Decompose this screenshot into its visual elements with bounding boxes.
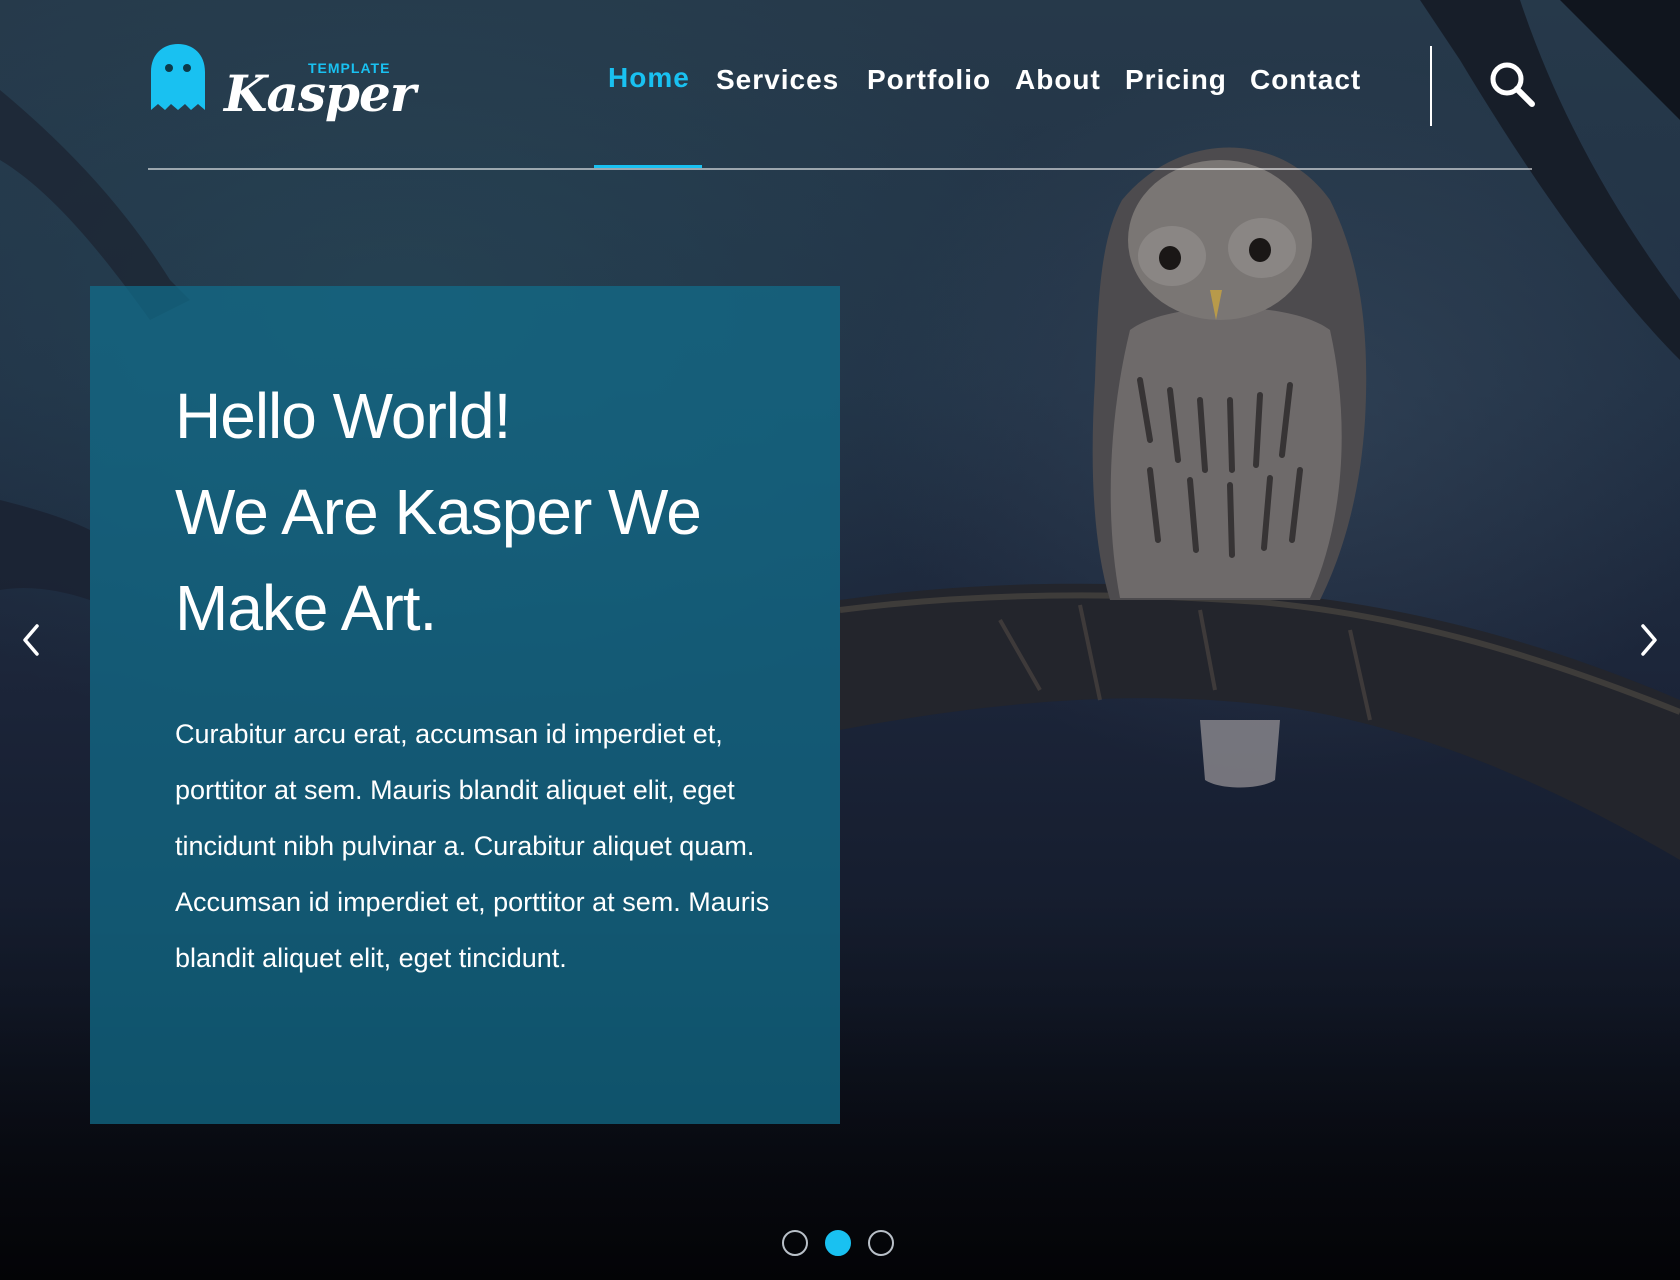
slide-dot-1[interactable] xyxy=(782,1230,808,1256)
hero-title: Hello World! We Are Kasper We Make Art. xyxy=(175,368,795,656)
header-divider-line xyxy=(148,168,1532,170)
nav-search-divider xyxy=(1430,46,1432,126)
slide-dot-3[interactable] xyxy=(868,1230,894,1256)
hero-slider: TEMPLATE Kasper Home Services Portfolio … xyxy=(0,0,1680,1280)
nav-link-pricing[interactable]: Pricing xyxy=(1125,64,1227,96)
site-logo[interactable]: TEMPLATE Kasper xyxy=(148,40,416,126)
logo-wordmark: Kasper xyxy=(224,64,416,123)
hero-description: Curabitur arcu erat, accumsan id imperdi… xyxy=(175,719,770,973)
chevron-left-icon[interactable] xyxy=(18,620,44,660)
nav-link-about[interactable]: About xyxy=(1015,64,1101,96)
ghost-icon xyxy=(151,44,205,110)
nav-link-contact[interactable]: Contact xyxy=(1250,64,1361,96)
nav-link-home[interactable]: Home xyxy=(608,62,690,94)
hero-title-line: We Are Kasper We xyxy=(175,476,702,548)
nav-link-portfolio[interactable]: Portfolio xyxy=(867,64,991,96)
hero-title-line: Make Art. xyxy=(175,572,437,644)
search-icon[interactable] xyxy=(1488,60,1536,108)
slide-dot-2[interactable] xyxy=(825,1230,851,1256)
hero-caption-box: Hello World! We Are Kasper We Make Art. … xyxy=(90,286,840,1124)
nav-link-services[interactable]: Services xyxy=(716,64,839,96)
chevron-right-icon[interactable] xyxy=(1636,620,1662,660)
hero-title-line: Hello World! xyxy=(175,380,511,452)
